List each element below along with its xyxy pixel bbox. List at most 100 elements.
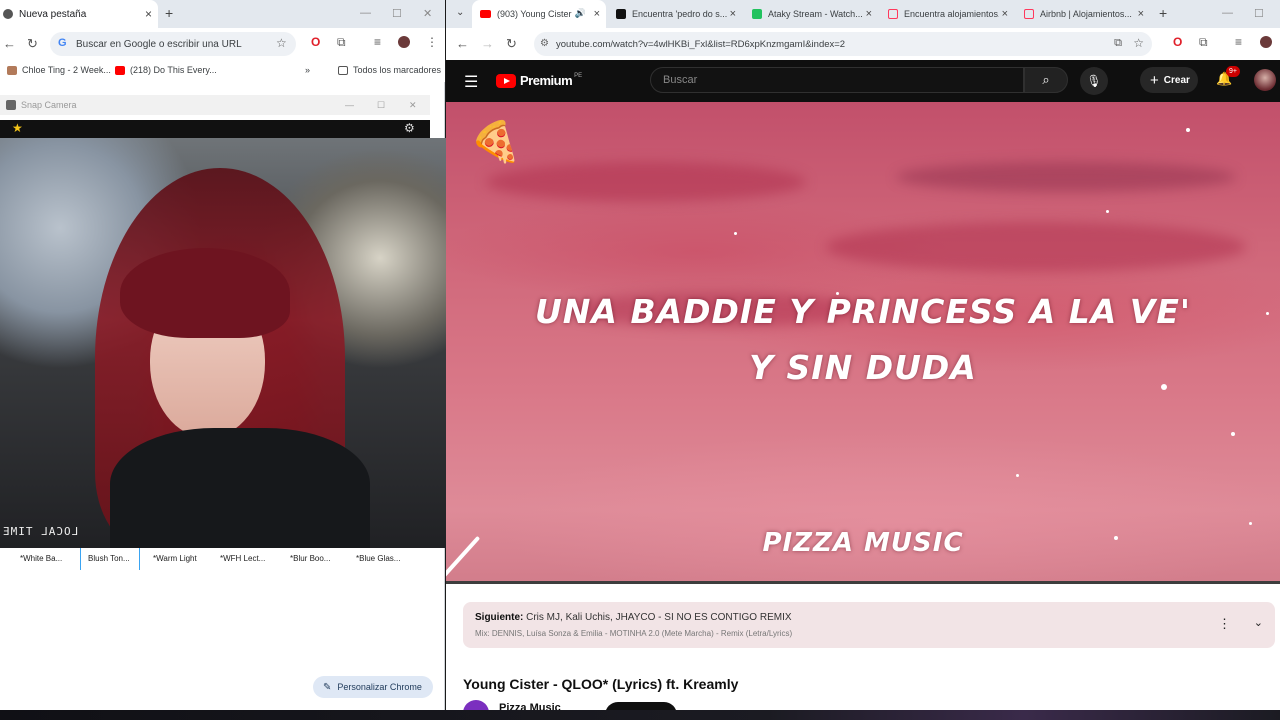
webcam-preview: LOCAL TIME [0, 138, 473, 548]
settings-gear-icon[interactable]: ⚙ [404, 121, 415, 135]
chevron-down-icon[interactable]: ⌄ [1254, 616, 1263, 629]
up-next-card[interactable]: Siguiente: Cris MJ, Kali Uchis, JHAYCO -… [463, 602, 1275, 648]
account-avatar[interactable] [1254, 69, 1276, 91]
more-options-icon[interactable]: ⋮ [1218, 616, 1231, 632]
minimize-icon[interactable]: — [360, 7, 371, 19]
tab-label: Encuentra alojamientos... [904, 9, 999, 19]
opera-icon[interactable]: O [1173, 35, 1182, 49]
menu-hamburger-icon[interactable]: ☰ [464, 72, 478, 92]
cloud-shape [486, 162, 806, 202]
install-app-icon[interactable]: ⧉ [1114, 37, 1122, 50]
close-tab-icon[interactable]: × [145, 7, 152, 21]
close-window-icon[interactable]: ✕ [423, 7, 432, 20]
bookmark-favicon-icon [7, 65, 17, 75]
bookmark-item[interactable]: Chloe Ting - 2 Week... [7, 65, 111, 75]
media-icon[interactable]: ≡ [374, 35, 381, 49]
search-icon: ⌕ [1042, 72, 1050, 87]
video-progress-bar[interactable] [446, 581, 1280, 584]
tab-search-icon[interactable]: ⌄ [456, 7, 464, 18]
snap-camera-toolbar: ★ ⚙ [0, 120, 430, 138]
lens-item[interactable]: *WFH Lect... [220, 554, 265, 563]
search-input[interactable]: Buscar [650, 67, 1024, 93]
bookmark-star-icon[interactable]: ☆ [276, 36, 287, 50]
lyric-line-1: UNA BADDIE Y PRINCESS A LA VE' [535, 292, 1191, 331]
os-taskbar [0, 710, 1280, 720]
tab-tiktok[interactable]: Encuentra 'pedro do s... × [608, 0, 742, 28]
maximize-icon[interactable]: ☐ [1254, 7, 1264, 20]
snap-minimize-icon[interactable]: — [345, 100, 354, 110]
snap-close-icon[interactable]: ✕ [409, 100, 417, 111]
omnibox[interactable]: G Buscar en Google o escribir una URL [50, 32, 296, 56]
chrome-icon [3, 9, 13, 19]
cloud-shape [896, 162, 1236, 192]
lens-item[interactable]: *Warm Light [153, 554, 197, 563]
customize-label: Personalizar Chrome [337, 682, 422, 692]
back-icon[interactable]: ← [456, 36, 469, 51]
close-tab-icon[interactable]: × [1002, 8, 1008, 20]
bookmark-star-icon[interactable]: ☆ [1133, 36, 1144, 50]
bookmark-label: (218) Do This Every... [130, 65, 217, 75]
speaker-icon[interactable]: 🔊 [575, 8, 586, 19]
profile-avatar-icon[interactable] [398, 36, 410, 48]
brand-text: Premium [520, 73, 573, 88]
opera-icon[interactable]: O [311, 35, 320, 49]
new-tab-icon[interactable]: + [165, 5, 173, 21]
tab-youtube[interactable]: (903) Young Cister 🔊 × [472, 0, 606, 28]
lyric-line-2: Y SIN DUDA [749, 348, 977, 387]
reload-icon[interactable]: ↻ [27, 36, 38, 52]
tab-nueva-pestana[interactable]: Nueva pestaña × [0, 0, 158, 28]
extensions-icon[interactable]: ⧉ [1199, 35, 1208, 50]
all-bookmarks-button[interactable]: Todos los marcadores [338, 65, 441, 75]
snap-camera-title: Snap Camera [21, 100, 77, 110]
more-bookmarks-icon[interactable]: » [305, 65, 310, 75]
right-tabstrip: ⌄ (903) Young Cister 🔊 × Encuentra 'pedr… [446, 0, 1280, 28]
reload-icon[interactable]: ↻ [506, 36, 517, 52]
sparkle [1186, 128, 1190, 132]
address-bar[interactable]: ⚙ youtube.com/watch?v=4wlHKBi_Fxl&list=R… [534, 32, 1152, 56]
lens-item[interactable]: *White Ba... [20, 554, 62, 563]
create-button[interactable]: + Crear [1140, 67, 1198, 93]
bookmark-label: Chloe Ting - 2 Week... [22, 65, 111, 75]
local-time-overlay: LOCAL TIME [2, 525, 79, 538]
close-tab-icon[interactable]: × [730, 8, 736, 20]
lens-item[interactable]: Blush Ton... [88, 554, 130, 563]
snap-maximize-icon[interactable]: ☐ [377, 100, 385, 111]
new-tab-icon[interactable]: + [1159, 5, 1167, 21]
tab-ataky[interactable]: Ataky Stream - Watch... × [744, 0, 878, 28]
site-info-icon[interactable]: ⚙ [540, 38, 549, 49]
cloud-shape [826, 222, 1246, 272]
google-icon: G [58, 37, 67, 49]
right-browser-window: ⌄ (903) Young Cister 🔊 × Encuentra 'pedr… [446, 0, 1280, 712]
close-tab-icon[interactable]: × [1138, 8, 1144, 20]
voice-search-button[interactable]: 🎙 [1080, 67, 1108, 95]
extensions-icon[interactable]: ⧉ [337, 35, 346, 50]
more-menu-icon[interactable]: ⋮ [426, 35, 438, 49]
video-player[interactable]: 🍕 UNA BADDIE Y PRINCESS A LA VE' Y SIN D… [446, 102, 1280, 582]
tab-airbnb-search[interactable]: Encuentra alojamientos... × [880, 0, 1014, 28]
minimize-icon[interactable]: — [1222, 7, 1233, 19]
maximize-icon[interactable]: ☐ [392, 7, 402, 20]
star-icon[interactable]: ★ [12, 121, 23, 135]
media-icon[interactable]: ≡ [1235, 35, 1242, 49]
channel-watermark: PIZZA MUSIC [762, 528, 964, 558]
lens-item[interactable]: *Blue Glas... [356, 554, 400, 563]
back-icon[interactable]: ← [3, 36, 16, 51]
microphone-icon: 🎙 [1086, 74, 1102, 88]
youtube-premium-logo[interactable]: Premium PE [496, 73, 582, 88]
customize-chrome-button[interactable]: ✎ Personalizar Chrome [313, 676, 433, 698]
tab-label: Nueva pestaña [19, 8, 87, 20]
close-tab-icon[interactable]: × [594, 8, 600, 20]
tab-airbnb[interactable]: Airbnb | Alojamientos... × [1016, 0, 1150, 28]
snap-camera-titlebar: Snap Camera — ☐ ✕ [0, 95, 430, 115]
close-tab-icon[interactable]: × [866, 8, 872, 20]
webcam-person-body [110, 428, 370, 548]
search-button[interactable]: ⌕ [1024, 67, 1068, 93]
youtube-favicon-icon [480, 10, 491, 18]
tab-label: Encuentra 'pedro do s... [632, 9, 727, 19]
bookmark-item[interactable]: (218) Do This Every... [115, 65, 217, 75]
forward-icon[interactable]: → [481, 36, 494, 51]
lens-item[interactable]: *Blur Boo... [290, 554, 330, 563]
snap-camera-icon [6, 100, 16, 110]
profile-avatar-icon[interactable] [1260, 36, 1272, 48]
notification-badge: 9+ [1226, 66, 1240, 77]
